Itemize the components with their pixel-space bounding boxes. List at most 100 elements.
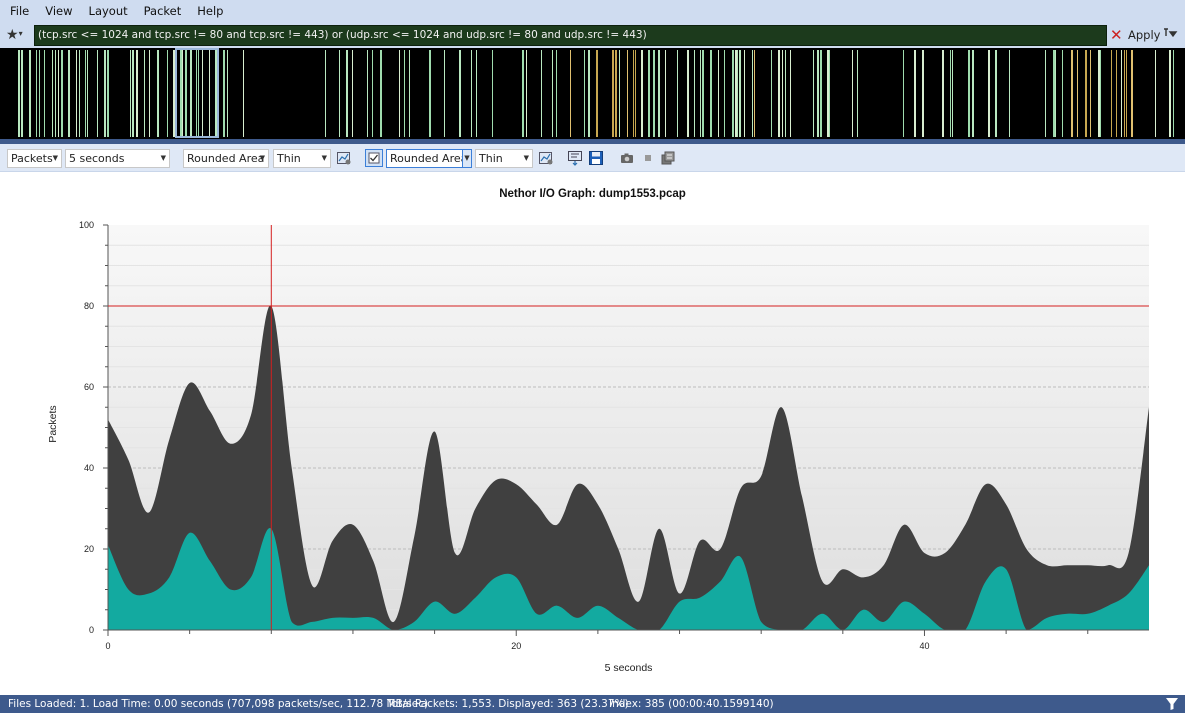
menu-help[interactable]: Help: [189, 0, 231, 22]
packet-marker: [552, 50, 553, 137]
packet-marker: [785, 50, 786, 137]
packet-marker: [325, 50, 326, 137]
filter-funnel-icon[interactable]: [1165, 697, 1179, 711]
packet-marker: [132, 50, 134, 137]
packet-marker: [39, 50, 40, 137]
graph1-width-value: Thin: [277, 152, 301, 165]
y-axis-label: Packets: [47, 405, 59, 443]
packet-marker: [942, 50, 944, 137]
packet-marker: [633, 50, 634, 137]
packet-marker: [1116, 50, 1117, 137]
packet-marker: [227, 50, 228, 137]
filter-options-icon[interactable]: [1162, 26, 1180, 44]
camera-icon[interactable]: [619, 150, 635, 166]
packet-marker: [167, 50, 168, 137]
clear-filter-icon[interactable]: ✕: [1110, 25, 1124, 45]
stop-icon[interactable]: [640, 150, 656, 166]
graph-toolbar: Packets ▼ 5 seconds ▼ Rounded Area ▼ Thin ▼ …: [0, 144, 1185, 172]
packet-marker: [149, 50, 150, 137]
y-tick-label: 0: [89, 625, 94, 635]
packet-marker: [737, 50, 738, 137]
packet-marker: [988, 50, 990, 137]
graph2-width-select[interactable]: Thin ▼: [475, 149, 533, 168]
packet-marker: [346, 50, 348, 137]
packet-marker: [732, 50, 734, 137]
packet-marker: [754, 50, 755, 137]
graph1-style-select[interactable]: Rounded Area ▼: [183, 149, 269, 168]
units-select[interactable]: Packets ▼: [7, 149, 62, 168]
graph2-width-value: Thin: [479, 152, 503, 165]
export-graph-icon[interactable]: [567, 150, 583, 166]
packet-marker: [653, 50, 655, 137]
dropdown-arrow-icon: ▾: [18, 29, 23, 38]
graph1-settings-icon[interactable]: [336, 150, 352, 166]
packet-overview-strip[interactable]: [0, 48, 1185, 139]
y-tick-label: 20: [84, 544, 94, 554]
graph1-width-select[interactable]: Thin ▼: [273, 149, 331, 168]
io-graph-window: File View Layout Packet Help ★▾ (tcp.src…: [0, 0, 1185, 713]
menu-packet[interactable]: Packet: [136, 0, 190, 22]
packet-marker: [972, 50, 974, 137]
packet-marker: [202, 50, 203, 137]
packet-marker: [735, 50, 737, 137]
graph2-style-select[interactable]: Rounded Area ▼: [386, 149, 472, 168]
packet-marker: [700, 50, 701, 137]
packet-marker: [372, 50, 373, 137]
x-tick-label: 0: [105, 641, 110, 651]
saved-filters-button[interactable]: ★▾: [6, 25, 32, 45]
packet-marker: [619, 50, 620, 137]
packet-marker: [526, 50, 527, 137]
packet-marker: [68, 50, 70, 137]
packet-marker: [968, 50, 970, 137]
dropdown-arrow-icon: ▼: [462, 150, 471, 167]
io-graph-chart[interactable]: Nethor I/O Graph: dump1553.pcap 0 20 40 60 8…: [0, 173, 1185, 695]
apply-filter-button[interactable]: Apply: [1128, 25, 1160, 45]
save-icon[interactable]: [588, 150, 604, 166]
packet-marker: [1009, 50, 1010, 137]
menu-view[interactable]: View: [37, 0, 80, 22]
packet-marker: [950, 50, 951, 137]
packet-marker: [1121, 50, 1122, 137]
packet-marker: [190, 50, 192, 137]
packet-marker: [196, 50, 197, 137]
packet-marker: [55, 50, 56, 137]
y-tick-label: 60: [84, 382, 94, 392]
packet-marker: [541, 50, 542, 137]
packet-marker: [827, 50, 829, 137]
menu-file[interactable]: File: [2, 0, 37, 22]
menu-layout[interactable]: Layout: [81, 0, 136, 22]
packet-marker: [914, 50, 916, 137]
packet-marker: [1071, 50, 1073, 137]
packet-marker: [1085, 50, 1087, 137]
packet-marker: [1126, 50, 1127, 137]
packet-marker: [173, 50, 175, 137]
packet-marker: [79, 50, 80, 137]
packet-marker: [1155, 50, 1156, 137]
packet-marker: [1173, 50, 1174, 137]
packet-marker: [223, 50, 225, 137]
packet-marker: [367, 50, 368, 137]
packet-marker: [744, 50, 745, 137]
packet-marker: [1077, 50, 1078, 137]
packet-marker: [58, 50, 59, 137]
packet-marker: [243, 50, 244, 137]
packet-marker: [1053, 50, 1055, 137]
packet-marker: [459, 50, 461, 137]
graph2-settings-icon[interactable]: [538, 150, 554, 166]
packet-marker: [1131, 50, 1133, 137]
packet-marker: [85, 50, 86, 137]
packet-marker: [995, 50, 997, 137]
copy-icon[interactable]: [660, 150, 676, 166]
packet-marker: [852, 50, 853, 137]
packet-marker: [185, 50, 187, 137]
y-tick-label: 40: [84, 463, 94, 473]
graph2-enable-checkbox[interactable]: [365, 149, 383, 167]
y-tick-label: 80: [84, 301, 94, 311]
packet-marker: [52, 50, 53, 137]
interval-select[interactable]: 5 seconds ▼: [65, 149, 170, 168]
chart-plot[interactable]: 0 20 40 60 80 100 0 20 40: [0, 173, 1185, 695]
display-filter-input[interactable]: (tcp.src <= 1024 and tcp.src != 80 and t…: [34, 25, 1107, 46]
status-bar: Files Loaded: 1. Load Time: 0.00 seconds…: [0, 695, 1185, 713]
packet-marker: [380, 50, 382, 137]
packet-marker: [209, 50, 210, 137]
